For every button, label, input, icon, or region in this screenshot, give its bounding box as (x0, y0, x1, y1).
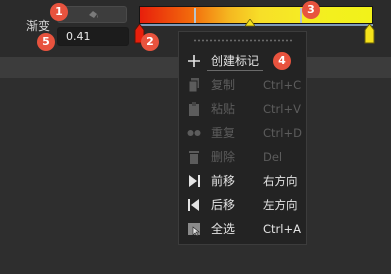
menu-item-shortcut: Ctrl+C (263, 78, 302, 92)
menu-item-select-all[interactable]: 全选 Ctrl+A (179, 217, 306, 241)
callout-4: 4 (273, 52, 291, 70)
menu-item-label: 复制 (211, 78, 236, 92)
color-stop-right[interactable] (364, 24, 375, 44)
gradient-midpoint-marker[interactable] (245, 19, 255, 27)
menu-item-copy[interactable]: 复制 Ctrl+C (179, 73, 306, 97)
menu-item-label: 重复 (211, 126, 236, 140)
plus-icon (188, 55, 200, 67)
menu-item-label: 粘贴 (211, 102, 236, 116)
menu-item-shortcut: 右方向 (263, 174, 298, 188)
menu-item-move-back[interactable]: 后移 左方向 (179, 193, 306, 217)
callout-1: 1 (50, 3, 68, 21)
gradient-stop-track (139, 24, 373, 26)
gradient-bar[interactable] (139, 6, 373, 24)
callout-3: 3 (302, 1, 320, 19)
menu-item-label: 全选 (211, 222, 236, 236)
select-all-icon (188, 223, 200, 237)
gradient-position-field[interactable]: 0.41 (57, 27, 129, 46)
callout-5: 5 (37, 33, 55, 51)
menu-item-duplicate[interactable]: 重复 Ctrl+D (179, 121, 306, 145)
copy-icon (188, 78, 199, 93)
gradient-tick (194, 8, 196, 23)
color-fill-icon (89, 11, 98, 18)
menu-item-label: 后移 (211, 198, 236, 212)
menu-grip[interactable] (193, 39, 293, 42)
menu-item-label: 删除 (211, 150, 236, 164)
menu-item-shortcut: Ctrl+V (263, 102, 301, 116)
menu-item-shortcut: Ctrl+D (263, 126, 302, 140)
menu-item-label: 创建标记 (211, 54, 260, 68)
paste-icon (189, 102, 199, 116)
menu-item-shortcut: Del (263, 150, 283, 164)
callout-2: 2 (141, 33, 159, 51)
menu-item-delete[interactable]: 删除 Del (179, 145, 306, 169)
move-forward-icon (189, 175, 200, 187)
menu-item-divider (207, 70, 263, 71)
menu-item-shortcut: 左方向 (263, 198, 298, 212)
menu-item-move-forward[interactable]: 前移 右方向 (179, 169, 306, 193)
trash-icon (189, 151, 199, 164)
menu-item-shortcut: Ctrl+A (263, 222, 301, 236)
gradient-label: 渐变 (26, 19, 51, 33)
menu-item-paste[interactable]: 粘贴 Ctrl+V (179, 97, 306, 121)
menu-item-label: 前移 (211, 174, 236, 188)
move-back-icon (188, 199, 199, 211)
duplicate-icon (187, 130, 201, 136)
